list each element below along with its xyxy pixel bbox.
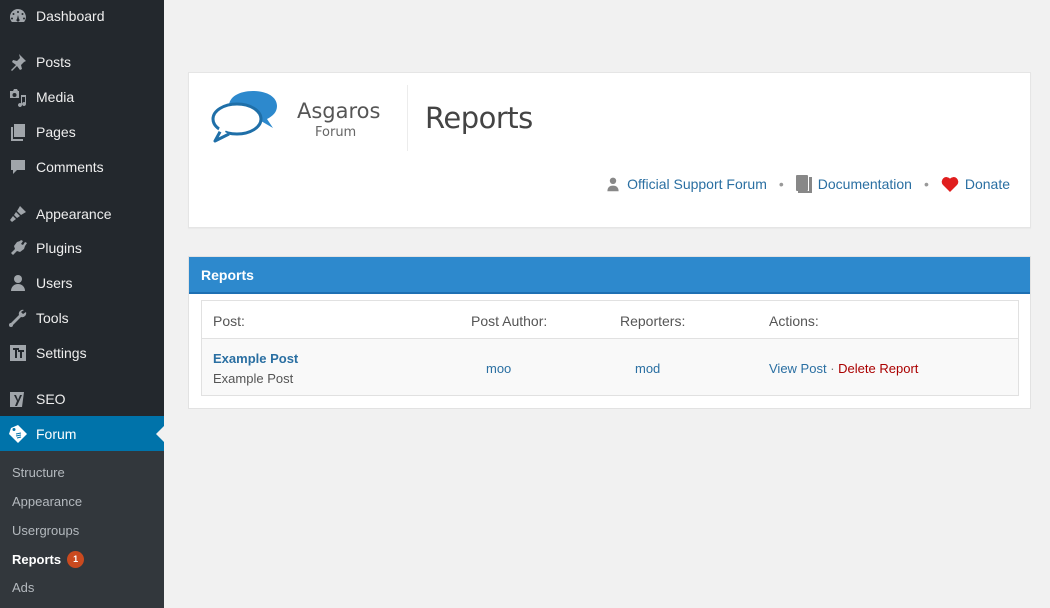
reports-panel-header: Reports [189,257,1030,294]
header-links: Official Support Forum • Documentation •… [605,175,1010,193]
column-header-post-author: Post Author: [471,313,548,329]
sidebar-item-label: Dashboard [36,7,105,24]
submenu-label: Appearance [12,494,83,509]
documentation-link[interactable]: Documentation [795,175,912,193]
submenu-label: Reports [12,552,62,567]
sidebar-item-label: Posts [36,53,72,70]
column-header-reporters: Reporters: [620,313,686,329]
sidebar-item-label: Tools [36,309,69,326]
table-header: Post: Post Author: Reporters: Actions: [202,301,1018,339]
logo-name: Asgaros [297,99,381,123]
column-header-actions: Actions: [769,313,819,329]
asgaros-forum-logo: Asgaros Forum [209,87,399,151]
post-title-link[interactable]: Example Post [213,351,298,366]
yoast-icon [0,389,36,409]
sidebar-item-label: Forum [36,425,77,442]
sidebar-item-label: Settings [36,344,87,361]
sidebar-item-label: Media [36,88,75,105]
user-icon [0,273,36,293]
submenu-label: Usergroups [12,523,80,538]
column-header-post: Post: [213,313,245,329]
action-separator: · [830,361,835,376]
submenu-item-ads[interactable]: Ads [12,580,34,595]
book-icon [795,175,812,193]
actions-cell: View Post · Delete Report [769,361,918,376]
submenu-item-structure[interactable]: Structure [12,465,65,480]
settings-icon [0,343,36,363]
wrench-icon [0,308,36,328]
submenu-item-appearance[interactable]: Appearance [12,494,82,509]
table-row: Example Post Example Post moo mod View P… [202,339,1018,395]
media-icon [0,87,36,107]
link-label: Documentation [817,176,912,192]
separator-dot: • [923,176,929,192]
sidebar-item-comments[interactable]: Comments [0,149,164,184]
sidebar-item-media[interactable]: Media [0,79,164,114]
paintbrush-icon [0,204,36,224]
submenu-item-reports[interactable]: Reports 1 [12,551,85,568]
logo-sub: Forum [315,125,357,140]
sidebar-item-users[interactable]: Users [0,265,164,300]
forum-submenu: Structure Appearance Usergroups Reports … [0,451,164,608]
submenu-label: Structure [12,465,65,480]
sidebar-item-posts[interactable]: Posts [0,44,164,79]
delete-report-link[interactable]: Delete Report [838,361,918,376]
comment-icon [0,157,36,177]
post-excerpt: Example Post [213,371,294,386]
reports-count-badge: 1 [67,551,85,568]
header-panel: Asgaros Forum Reports Official Support F… [188,72,1031,228]
donate-link[interactable]: Donate [941,176,1010,192]
pages-icon [0,122,36,142]
logo-divider [407,85,408,151]
pin-icon [0,52,36,72]
heart-icon [941,177,959,192]
dashboard-icon [0,6,36,26]
sidebar-item-label: Plugins [36,239,82,256]
sidebar-item-label: Pages [36,123,76,140]
sidebar-item-seo[interactable]: SEO [0,381,164,416]
link-label: Donate [964,176,1010,192]
submenu-item-usergroups[interactable]: Usergroups [12,523,79,538]
link-label: Official Support Forum [627,176,767,192]
sidebar-item-forum[interactable]: Forum [0,416,164,451]
sidebar-item-tools[interactable]: Tools [0,300,164,335]
reports-panel: Reports Post: Post Author: Reporters: Ac… [188,256,1031,409]
forum-tag-icon [0,424,36,444]
sidebar-item-dashboard[interactable]: Dashboard [0,0,164,33]
sidebar-item-label: SEO [36,390,66,407]
user-icon [607,177,619,192]
reports-panel-title: Reports [201,267,254,283]
plug-icon [0,238,36,258]
page-title: Reports [425,101,533,135]
post-author-link[interactable]: moo [486,361,511,376]
sidebar-item-label: Comments [36,158,104,175]
reports-table: Post: Post Author: Reporters: Actions: E… [201,300,1019,396]
official-support-forum-link[interactable]: Official Support Forum [605,176,767,192]
reporter-link[interactable]: mod [635,361,660,376]
sidebar-item-settings[interactable]: Settings [0,335,164,370]
sidebar-item-label: Users [36,274,73,291]
admin-sidebar: Dashboard Posts Media Pages Comments App… [0,0,164,608]
separator-dot: • [778,176,784,192]
sidebar-item-pages[interactable]: Pages [0,114,164,149]
view-post-link[interactable]: View Post [769,361,827,376]
submenu-label: Ads [12,580,35,595]
sidebar-item-appearance[interactable]: Appearance [0,196,164,231]
sidebar-item-plugins[interactable]: Plugins [0,230,164,265]
sidebar-item-label: Appearance [36,205,112,222]
